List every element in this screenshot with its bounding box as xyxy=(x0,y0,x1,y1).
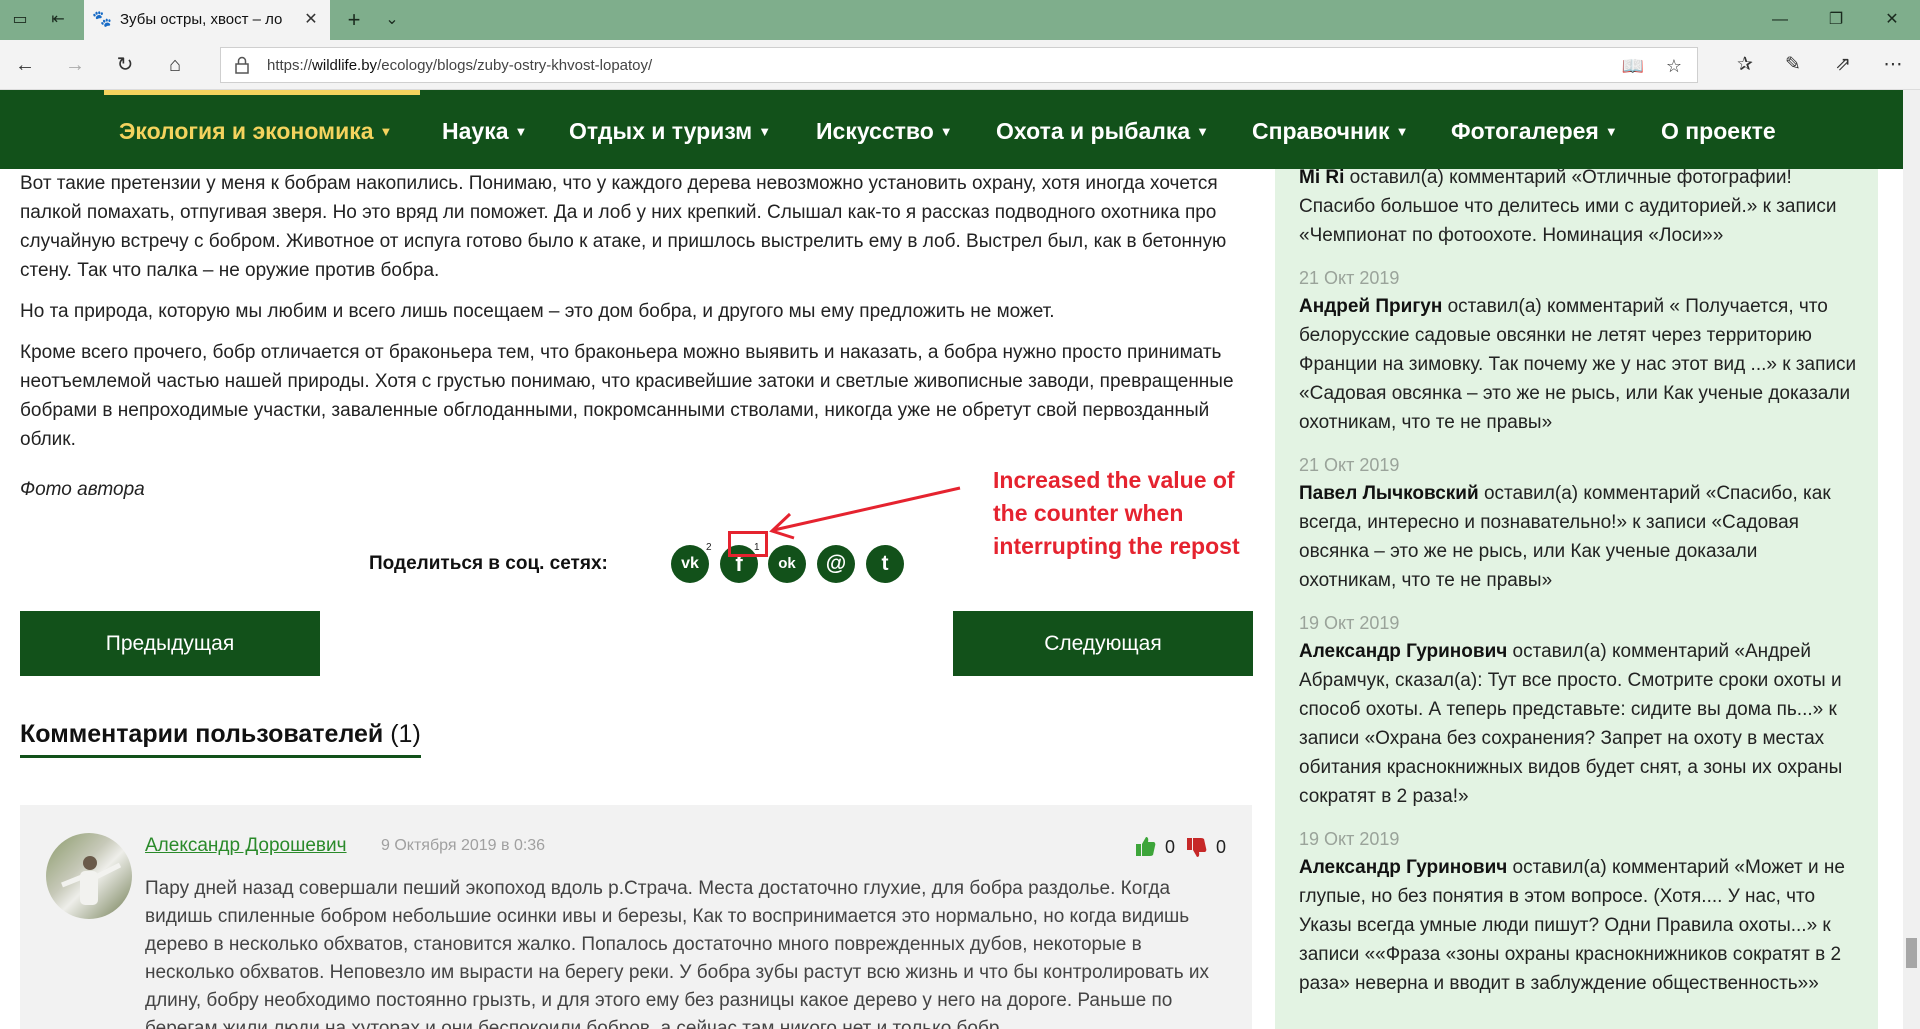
pen-notes-icon[interactable]: ✎ xyxy=(1780,52,1806,78)
annotation-line: Increased the value of xyxy=(993,467,1235,493)
sidebar-author[interactable]: Андрей Пригун xyxy=(1299,296,1442,317)
annotation-line: interrupting the repost xyxy=(993,533,1240,559)
sidebar-comment: Mi Ri оставил(а) комментарий «Отличные ф… xyxy=(1299,169,1859,250)
site-navigation: Экология и экономика ▼ Наука ▼ Отдых и тур… xyxy=(0,90,1903,169)
odnoklassniki-icon[interactable]: ok xyxy=(768,545,806,583)
sidebar-comment-text[interactable]: оставил(а) комментарий «Отличные фотогра… xyxy=(1299,169,1836,246)
sidebar-date: 21 Окт 2019 xyxy=(1299,455,1400,475)
thumbs-up-icon[interactable] xyxy=(1135,835,1157,857)
comments-heading: Комментарии пользователей (1) xyxy=(20,720,421,758)
favorites-list-icon[interactable]: ✰ xyxy=(1732,52,1758,78)
minimize-icon[interactable]: — xyxy=(1752,0,1808,40)
vk-icon[interactable]: vk xyxy=(671,545,709,583)
home-icon[interactable]: ⌂ xyxy=(162,52,188,78)
article-paragraph: Но та природа, которую мы любим и всего … xyxy=(20,301,1055,322)
article-body: Вот такие претензии у меня к бобрам нако… xyxy=(20,169,1252,466)
forward-icon[interactable]: → xyxy=(62,52,88,78)
refresh-icon[interactable]: ↻ xyxy=(112,52,138,78)
photo-credit: Фото автора xyxy=(20,479,145,500)
caret-down-icon: ▼ xyxy=(758,124,772,139)
sidebar-author[interactable]: Александр Гуринович xyxy=(1299,641,1507,662)
restore-icon[interactable]: ❐ xyxy=(1808,0,1864,40)
nav-item-ecology[interactable]: Экология и экономика ▼ xyxy=(119,118,392,145)
annotation-note: Increased the value of the counter when … xyxy=(993,464,1253,563)
mail-icon[interactable]: @ xyxy=(817,545,855,583)
browser-titlebar: ▭ ⇤ 🐾 Зубы остры, хвост – ло ✕ + ⌄ — ❐ ✕ xyxy=(0,0,1920,40)
article-paragraph: Кроме всего прочего, бобр отличается от … xyxy=(20,342,1234,450)
recent-comments-sidebar: Mi Ri оставил(а) комментарий «Отличные ф… xyxy=(1275,169,1878,1029)
caret-down-icon: ▼ xyxy=(514,124,528,139)
caret-down-icon: ▼ xyxy=(1395,124,1409,139)
caret-down-icon: ▼ xyxy=(379,124,393,139)
new-tab-icon[interactable]: + xyxy=(342,8,366,32)
scrollbar-thumb[interactable] xyxy=(1906,938,1917,968)
set-tabs-aside-icon[interactable]: ⇤ xyxy=(46,8,70,32)
share-label: Поделиться в соц. сетях: xyxy=(369,553,608,574)
url-text: https://wildlife.by/ecology/blogs/zuby-o… xyxy=(267,57,653,74)
share-icon[interactable]: ⇗ xyxy=(1830,52,1856,78)
sidebar-date: 21 Окт 2019 xyxy=(1299,268,1400,288)
comment-item: Александр Дорошевич 9 Октября 2019 в 0:3… xyxy=(20,805,1252,1029)
vk-share-count: 2 xyxy=(706,542,712,553)
url-field[interactable]: https://wildlife.by/ecology/blogs/zuby-o… xyxy=(220,47,1698,83)
sidebar-comment: 19 Окт 2019 Александр Гуринович оставил(… xyxy=(1299,609,1859,811)
nav-item-science[interactable]: Наука ▼ xyxy=(442,118,527,145)
comment-date: 9 Октября 2019 в 0:36 xyxy=(381,837,546,854)
dislikes-count: 0 xyxy=(1216,837,1227,857)
lock-icon xyxy=(235,56,249,74)
nav-item-tourism[interactable]: Отдых и туризм ▼ xyxy=(569,118,771,145)
annotation-arrow-icon xyxy=(769,486,961,540)
comment-author-link[interactable]: Александр Дорошевич xyxy=(145,835,347,857)
sidebar-author[interactable]: Александр Гуринович xyxy=(1299,857,1507,878)
nav-item-reference[interactable]: Справочник ▼ xyxy=(1252,118,1408,145)
reading-view-icon[interactable]: 📖 xyxy=(1621,55,1645,77)
sidebar-comment-text[interactable]: оставил(а) комментарий «Андрей Абрамчук,… xyxy=(1299,641,1842,807)
nav-item-art[interactable]: Искусство ▼ xyxy=(816,118,953,145)
browser-tab[interactable]: 🐾 Зубы остры, хвост – ло ✕ xyxy=(84,0,330,40)
nav-item-hunting[interactable]: Охота и рыбалка ▼ xyxy=(996,118,1209,145)
thumbs-down-icon[interactable] xyxy=(1186,837,1208,859)
tab-actions-icon[interactable]: ▭ xyxy=(8,8,32,32)
previous-button[interactable]: Предыдущая xyxy=(20,611,320,676)
active-nav-indicator xyxy=(104,90,420,95)
tab-close-icon[interactable]: ✕ xyxy=(300,9,322,31)
nav-item-gallery[interactable]: Фотогалерея ▼ xyxy=(1451,118,1618,145)
caret-down-icon: ▼ xyxy=(1196,124,1210,139)
sidebar-date: 19 Окт 2019 xyxy=(1299,829,1400,849)
tab-list-chevron-icon[interactable]: ⌄ xyxy=(380,8,404,32)
likes-count: 0 xyxy=(1165,837,1176,857)
sidebar-author[interactable]: Павел Лычковский xyxy=(1299,483,1479,504)
more-icon[interactable]: ⋯ xyxy=(1880,52,1906,78)
sidebar-comment: 19 Окт 2019 Александр Гуринович оставил(… xyxy=(1299,825,1859,998)
nav-item-about[interactable]: О проекте xyxy=(1661,118,1776,145)
paw-favicon-icon: 🐾 xyxy=(92,11,112,28)
next-button[interactable]: Следующая xyxy=(953,611,1253,676)
page-scrollbar[interactable] xyxy=(1903,90,1920,1029)
back-icon[interactable]: ← xyxy=(12,52,38,78)
twitter-icon[interactable]: t xyxy=(866,545,904,583)
tab-title: Зубы остры, хвост – ло xyxy=(120,11,283,28)
avatar xyxy=(46,833,132,919)
article-paragraph: Вот такие претензии у меня к бобрам нако… xyxy=(20,173,1227,281)
sidebar-date: 19 Окт 2019 xyxy=(1299,613,1400,633)
caret-down-icon: ▼ xyxy=(1604,124,1618,139)
annotation-line: the counter when xyxy=(993,500,1184,526)
close-window-icon[interactable]: ✕ xyxy=(1864,0,1920,40)
favorite-star-icon[interactable]: ☆ xyxy=(1662,55,1686,77)
comment-text: Пару дней назад совершали пеший экопоход… xyxy=(145,878,1209,1029)
sidebar-comment: 21 Окт 2019 Андрей Пригун оставил(а) ком… xyxy=(1299,264,1859,437)
sidebar-comment: 21 Окт 2019 Павел Лычковский оставил(а) … xyxy=(1299,451,1859,595)
caret-down-icon: ▼ xyxy=(939,124,953,139)
address-toolbar: ← → ↻ ⌂ https://wildlife.by/ecology/blog… xyxy=(0,40,1920,90)
sidebar-author[interactable]: Mi Ri xyxy=(1299,169,1344,188)
